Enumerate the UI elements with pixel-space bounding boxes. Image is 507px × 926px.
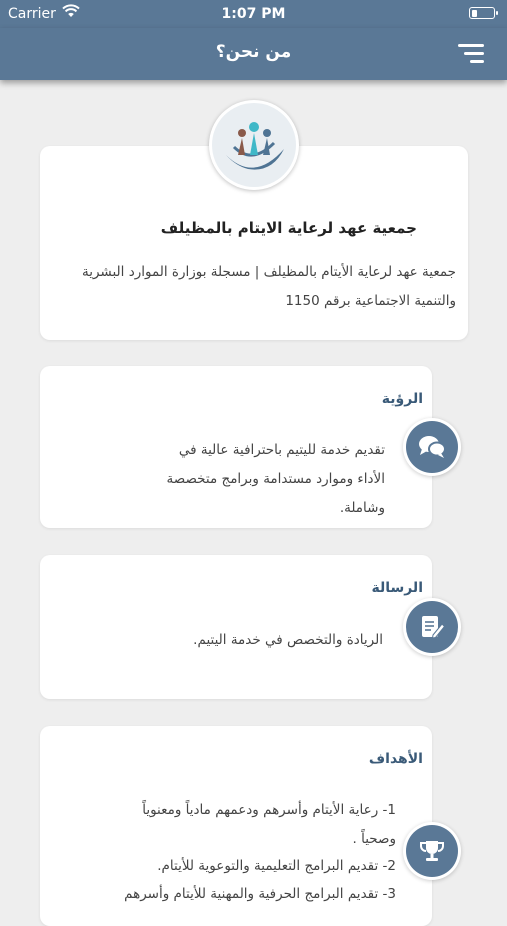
goals-item-1: 1- رعاية الأيتام وأسرهم ودعمهم مادياً وم… bbox=[142, 802, 396, 847]
goals-item-2: 2- تقديم البرامج التعليمية والتوعوية للأ… bbox=[157, 858, 396, 874]
menu-icon[interactable] bbox=[458, 44, 484, 64]
mission-text: الريادة والتخصص في خدمة اليتيم. bbox=[193, 632, 383, 648]
chat-bubbles-icon bbox=[403, 418, 461, 476]
clock: 1:07 PM bbox=[221, 6, 286, 22]
document-edit-icon bbox=[403, 598, 461, 656]
battery-icon bbox=[469, 7, 498, 19]
vision-text: تقديم خدمة لليتيم باحترافية عالية في الأ… bbox=[166, 442, 385, 516]
goals-item-3: 3- تقديم البرامج الحرفية والمهنية للأيتا… bbox=[124, 886, 396, 902]
organization-description: جمعية عهد لرعاية الأيتام بالمظيلف | مسجل… bbox=[81, 264, 456, 309]
goals-title: الأهداف bbox=[368, 751, 423, 767]
page-title: من نحن؟ bbox=[215, 42, 292, 62]
status-bar: Carrier 1:07 PM bbox=[0, 0, 507, 28]
vision-title: الرؤية bbox=[381, 391, 423, 407]
trophy-icon bbox=[403, 822, 461, 880]
organization-name: جمعية عهد لرعاية الايتام بالمظيلف bbox=[160, 219, 417, 237]
mission-title: الرسالة bbox=[371, 580, 423, 596]
navigation-bar: من نحن؟ bbox=[0, 28, 507, 80]
organization-logo bbox=[209, 100, 299, 190]
